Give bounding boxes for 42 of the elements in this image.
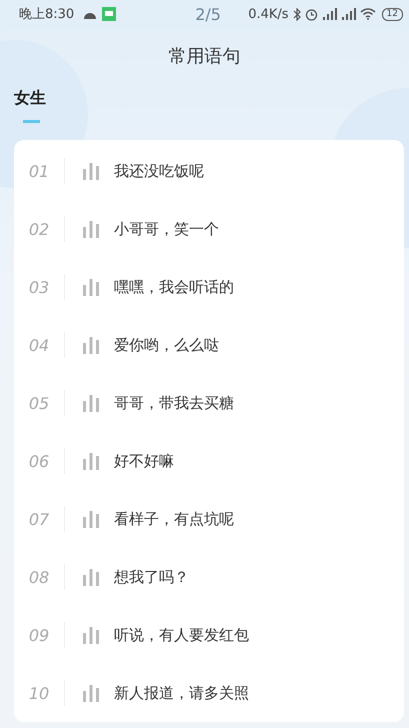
row-number: 06 [28, 452, 50, 470]
audio-bars-icon[interactable] [82, 684, 100, 702]
signal-icon [340, 8, 356, 20]
row-number: 07 [28, 510, 50, 528]
phrase-text[interactable]: 想我了吗？ [114, 568, 189, 586]
page-indicator: 2/5 [195, 4, 221, 24]
audio-bars-icon[interactable] [82, 510, 100, 528]
phrase-text[interactable]: 好不好嘛 [114, 452, 174, 470]
network-speed: 0.4K/s [248, 6, 289, 22]
audio-bars-icon[interactable] [82, 278, 100, 296]
status-time: 晚上8:30 [19, 6, 74, 23]
audio-bars-icon[interactable] [82, 336, 100, 354]
row-number: 02 [28, 220, 50, 238]
phrase-text[interactable]: 我还没吃饭呢 [114, 162, 204, 180]
row-number: 03 [28, 278, 50, 296]
row-number: 01 [28, 162, 50, 180]
wifi-icon [360, 8, 376, 20]
phrase-text[interactable]: 嘿嘿，我会听话的 [114, 278, 234, 296]
audio-bars-icon[interactable] [82, 162, 100, 180]
row-number: 09 [28, 626, 50, 644]
battery-indicator: 12 [382, 8, 403, 20]
phrase-text[interactable]: 听说，有人要发红包 [114, 626, 249, 644]
phrase-text[interactable]: 爱你哟，么么哒 [114, 336, 219, 354]
signal-icon [322, 8, 337, 20]
phrase-text[interactable]: 小哥哥，笑一个 [114, 220, 219, 238]
page-title: 常用语句 [168, 45, 242, 69]
audio-bars-icon[interactable] [82, 568, 100, 586]
row-number: 10 [28, 684, 50, 702]
app-icon [102, 7, 116, 21]
audio-bars-icon[interactable] [82, 220, 100, 238]
audio-bars-icon[interactable] [82, 394, 100, 412]
alarm-icon [304, 8, 318, 20]
row-number: 04 [28, 336, 50, 354]
audio-bars-icon[interactable] [82, 626, 100, 644]
category-tab[interactable]: 女生 [14, 88, 46, 126]
bluetooth-icon [292, 8, 301, 20]
phrase-text[interactable]: 哥哥，带我去买糖 [114, 394, 234, 412]
row-number: 05 [28, 394, 50, 412]
row-number: 08 [28, 568, 50, 586]
phrase-text[interactable]: 看样子，有点坑呢 [114, 510, 234, 528]
audio-bars-icon[interactable] [82, 452, 100, 470]
phrase-text[interactable]: 新人报道，请多关照 [114, 684, 249, 702]
